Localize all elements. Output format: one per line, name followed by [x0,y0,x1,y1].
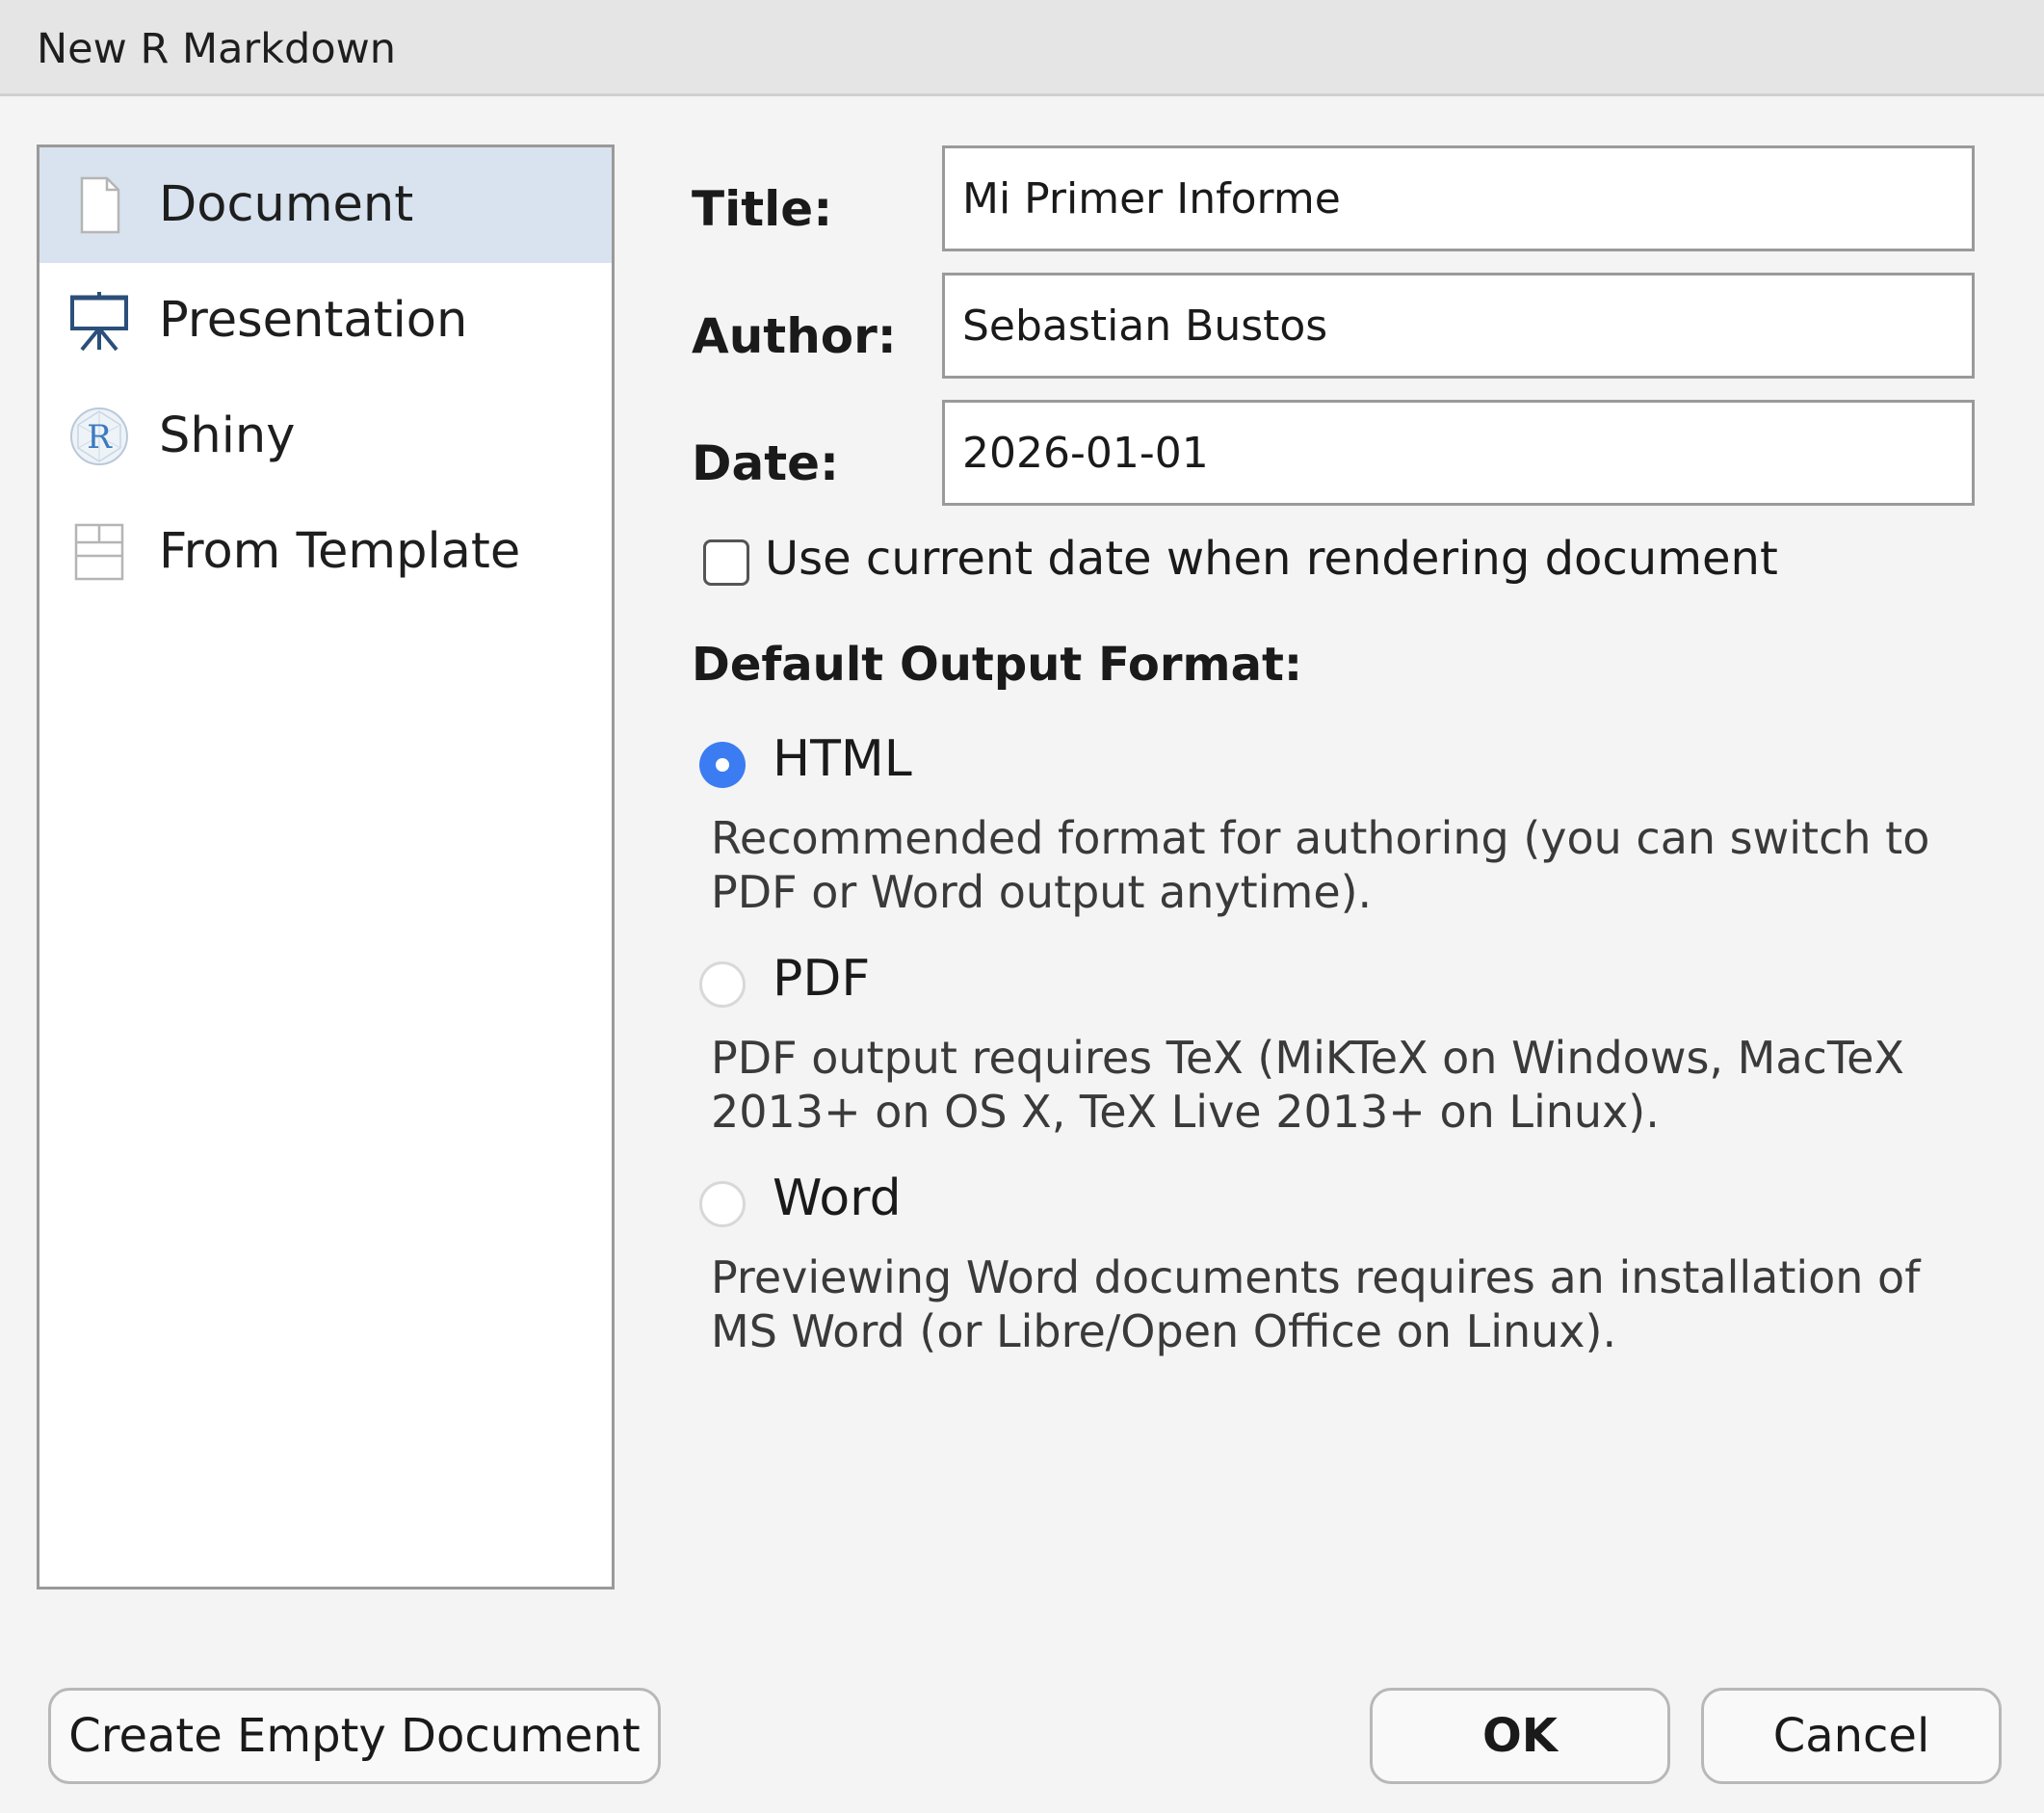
author-label: Author: [692,308,897,364]
pdf-radio-label[interactable]: PDF [773,950,870,1008]
cancel-button[interactable]: Cancel [1701,1688,2002,1784]
author-input[interactable] [942,273,1975,379]
use-current-date-checkbox[interactable] [703,539,749,586]
word-radio[interactable] [699,1181,746,1227]
type-item-label: Document [159,176,414,233]
type-item-label: Shiny [159,407,296,464]
date-label: Date: [692,435,840,491]
new-r-markdown-dialog: New R Markdown Document Presentation R S… [0,0,2044,1813]
type-item-from-template[interactable]: From Template [39,494,612,610]
document-type-list: Document Presentation R Shiny From Templ… [37,145,615,1590]
word-radio-label[interactable]: Word [773,1169,902,1227]
use-current-date-label[interactable]: Use current date when rendering document [765,532,1778,586]
title-input[interactable] [942,145,1975,251]
template-grid-icon [68,521,130,583]
title-label: Title: [692,181,833,237]
type-item-label: From Template [159,523,521,580]
html-radio[interactable] [699,742,746,788]
pdf-radio[interactable] [699,961,746,1008]
pdf-description: PDF output requires TeX (MiKTeX on Windo… [711,1032,1904,1138]
word-description: Previewing Word documents requires an in… [711,1251,1921,1357]
html-description: Recommended format for authoring (you ca… [711,812,1930,918]
svg-text:R: R [87,418,113,457]
type-item-presentation[interactable]: Presentation [39,263,612,379]
html-radio-label[interactable]: HTML [773,730,912,788]
document-icon [68,174,130,236]
ok-button[interactable]: OK [1370,1688,1670,1784]
create-empty-document-button[interactable]: Create Empty Document [48,1688,661,1784]
window-title: New R Markdown [37,25,397,73]
type-item-document[interactable]: Document [39,147,612,263]
shiny-r-logo-icon: R [68,406,130,467]
default-output-format-heading: Default Output Format: [692,638,1303,692]
type-item-shiny[interactable]: R Shiny [39,379,612,494]
date-input[interactable] [942,400,1975,506]
window-titlebar[interactable]: New R Markdown [0,0,2044,96]
presentation-easel-icon [68,290,130,352]
type-item-label: Presentation [159,292,468,349]
